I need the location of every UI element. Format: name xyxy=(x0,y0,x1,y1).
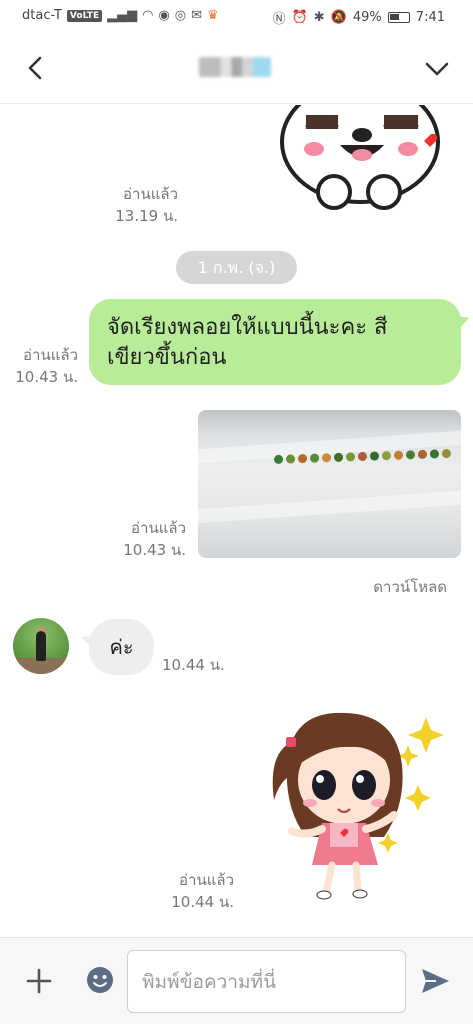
message-input-bar xyxy=(0,937,473,1024)
battery-icon xyxy=(387,12,410,23)
plus-icon xyxy=(26,968,52,994)
signal-icon: ▂▄▆ xyxy=(107,8,138,23)
read-receipt: อ่านแล้ว xyxy=(23,346,78,364)
menu-toggle-button[interactable] xyxy=(419,50,455,86)
play-icon: ◉ xyxy=(158,8,170,23)
mute-icon: 🔕 xyxy=(330,10,347,25)
battery-percent: 49% xyxy=(352,10,382,25)
photo-message[interactable] xyxy=(198,410,461,558)
sticker-face[interactable] xyxy=(276,105,446,217)
carrier-name: dtac-T xyxy=(22,8,62,23)
alarm-icon: ⏰ xyxy=(291,10,308,25)
read-receipt: อ่านแล้ว xyxy=(179,871,234,889)
photo-meta: อ่านแล้ว 10.43 น. xyxy=(108,517,186,561)
chat-area[interactable]: อ่านแล้ว 13.19 น. 1 ก.พ. (จ.) อ่านแล้ว 1… xyxy=(0,105,473,937)
message-input[interactable] xyxy=(127,950,406,1013)
clock: 7:41 xyxy=(415,10,445,25)
nfc-icon: Ⓝ xyxy=(272,12,286,27)
photo-texture xyxy=(198,490,461,524)
message-time: 10.43 น. xyxy=(15,368,78,386)
message-time: 10.44 น. xyxy=(171,893,234,911)
sticker-girl[interactable] xyxy=(266,705,446,900)
add-attachment-button[interactable] xyxy=(20,962,58,1000)
download-link[interactable]: ดาวน์โหลด xyxy=(373,575,447,599)
bluetooth-icon: ✱ xyxy=(313,10,325,25)
wifi-icon: ◠ xyxy=(142,8,154,23)
message-text-line1: จัดเรียงพลอยให้แบบนี้นะคะ สี xyxy=(107,315,388,340)
volte-badge: VoLTE xyxy=(66,9,103,22)
messenger-icon: ◎ xyxy=(174,8,187,23)
contact-avatar[interactable] xyxy=(13,618,69,674)
status-left: dtac-T VoLTE ▂▄▆ ◠ ◉ ◎ ✉ ♛ xyxy=(22,8,219,23)
sticker1-meta: อ่านแล้ว 13.19 น. xyxy=(100,183,178,227)
chat-header xyxy=(0,34,473,104)
read-receipt: อ่านแล้ว xyxy=(123,185,178,203)
read-receipt: อ่านแล้ว xyxy=(131,519,186,537)
avatar-person xyxy=(36,631,46,661)
date-divider: 1 ก.พ. (จ.) xyxy=(176,251,297,284)
sticker-button[interactable] xyxy=(84,964,116,996)
status-bar: dtac-T VoLTE ▂▄▆ ◠ ◉ ◎ ✉ ♛ Ⓝ ⏰ ✱ 🔕 49% 7… xyxy=(0,0,473,34)
sticker2-meta: อ่านแล้ว 10.44 น. xyxy=(156,869,234,913)
outgoing-message-bubble[interactable]: จัดเรียงพลอยให้แบบนี้นะคะ สี เขียวขึ้นก่… xyxy=(89,299,461,385)
text-out-meta: อ่านแล้ว 10.43 น. xyxy=(4,344,78,388)
message-time: 10.43 น. xyxy=(123,541,186,559)
message-text-line2: เขียวขึ้นก่อน xyxy=(107,345,227,370)
send-button[interactable] xyxy=(418,964,452,998)
emoji-icon xyxy=(87,967,113,993)
incoming-time: 10.44 น. xyxy=(162,656,225,674)
contact-name-blurred[interactable] xyxy=(199,57,271,77)
chevron-left-icon xyxy=(28,56,42,80)
status-right: Ⓝ ⏰ ✱ 🔕 49% 7:41 xyxy=(273,8,445,27)
send-icon xyxy=(422,969,449,993)
incoming-message-bubble[interactable]: ค่ะ xyxy=(89,619,154,675)
mail-icon: ✉ xyxy=(191,8,203,23)
app-notification-icon: ♛ xyxy=(207,8,219,23)
back-button[interactable] xyxy=(18,50,54,86)
chevron-down-icon xyxy=(425,62,449,76)
message-time: 13.19 น. xyxy=(115,207,178,225)
